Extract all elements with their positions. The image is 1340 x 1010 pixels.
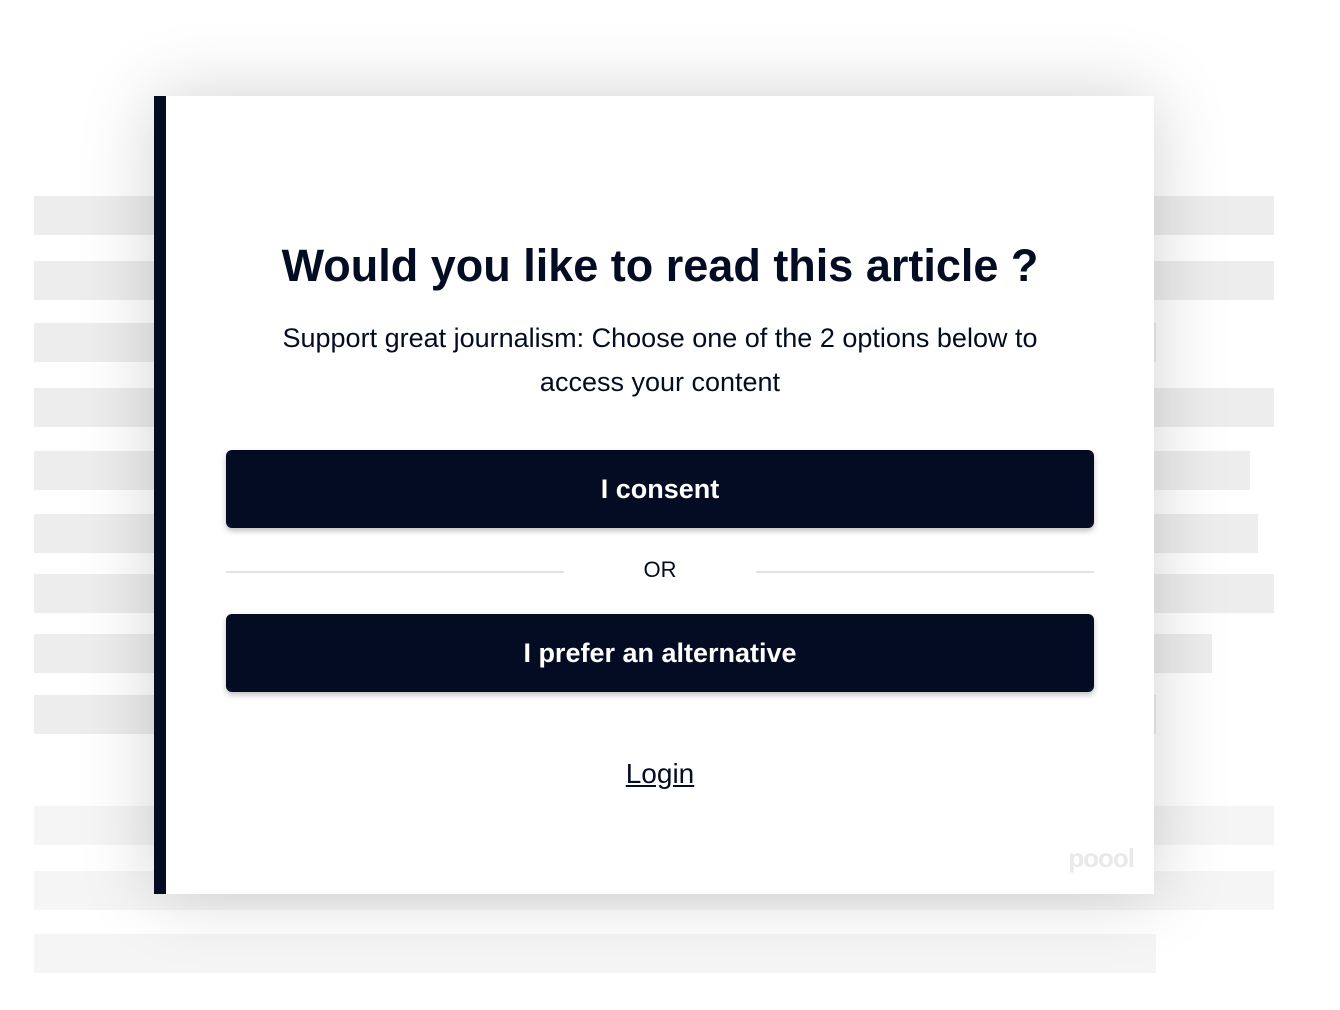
or-divider: OR: [226, 554, 1094, 584]
consent-modal: Would you like to read this article ? Su…: [154, 96, 1154, 894]
divider-label: OR: [643, 557, 677, 582]
alternative-button[interactable]: I prefer an alternative: [226, 614, 1094, 692]
page: Would you like to read this article ? Su…: [0, 0, 1340, 1010]
login-container: Login: [166, 754, 1154, 794]
modal-subtitle: Support great journalism: Choose one of …: [282, 323, 1038, 397]
modal-title: Would you like to read this article ?: [281, 240, 1039, 291]
consent-button[interactable]: I consent: [226, 450, 1094, 528]
modal-accent-bar: [154, 96, 166, 894]
poool-logo: poool: [1068, 843, 1135, 873]
login-link[interactable]: Login: [626, 758, 695, 789]
placeholder-line: [34, 934, 1156, 973]
divider-line-right: [756, 571, 1094, 573]
